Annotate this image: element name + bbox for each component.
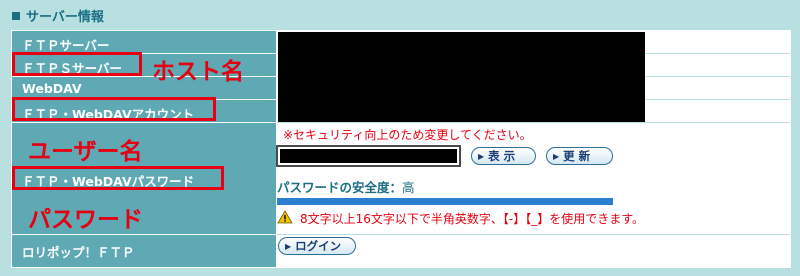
row-divider [12, 234, 276, 235]
redacted-values [278, 32, 645, 122]
triangle-right-icon: ▶ [553, 151, 560, 161]
annotation-host: ホスト名 [152, 59, 244, 85]
login-button-label: ログイン [295, 239, 342, 253]
show-button-label: 表 示 [488, 149, 516, 163]
webdav-label: WebDAV [22, 81, 82, 96]
login-button[interactable]: ▶ ログイン [278, 237, 356, 255]
warning-icon [277, 210, 293, 224]
password-rule-note: 8文字以上16文字以下で半角英数字、【-】【_】を使用できます。 [300, 212, 645, 226]
password-strength: パスワードの安全度：高 [277, 177, 415, 196]
square-bullet-icon [12, 11, 20, 20]
strength-value: 高 [402, 180, 415, 195]
triangle-right-icon: ▶ [478, 151, 485, 161]
section-title: サーバー情報 [26, 10, 104, 25]
annotation-user: ユーザー名 [28, 139, 143, 165]
update-button-label: 更 新 [563, 149, 591, 163]
row-divider [277, 122, 790, 123]
strength-label: パスワードの安全度： [277, 180, 403, 195]
update-button[interactable]: ▶ 更 新 [546, 147, 613, 165]
section-header: サーバー情報 [12, 6, 104, 25]
redacted-password [280, 149, 457, 163]
strength-bar [277, 198, 613, 205]
highlight-ftps-server [12, 52, 142, 76]
annotation-password: パスワード [28, 207, 143, 233]
security-notice: ※セキュリティ向上のため変更してください。 [283, 128, 532, 142]
lolipop-ftp-label: ロリポップ！ＦＴＰ [22, 245, 135, 260]
highlight-account [12, 97, 216, 121]
password-field[interactable] [276, 145, 461, 167]
row-divider [277, 234, 790, 235]
highlight-password [12, 166, 224, 190]
show-button[interactable]: ▶ 表 示 [471, 147, 536, 165]
triangle-right-icon: ▶ [285, 241, 292, 251]
